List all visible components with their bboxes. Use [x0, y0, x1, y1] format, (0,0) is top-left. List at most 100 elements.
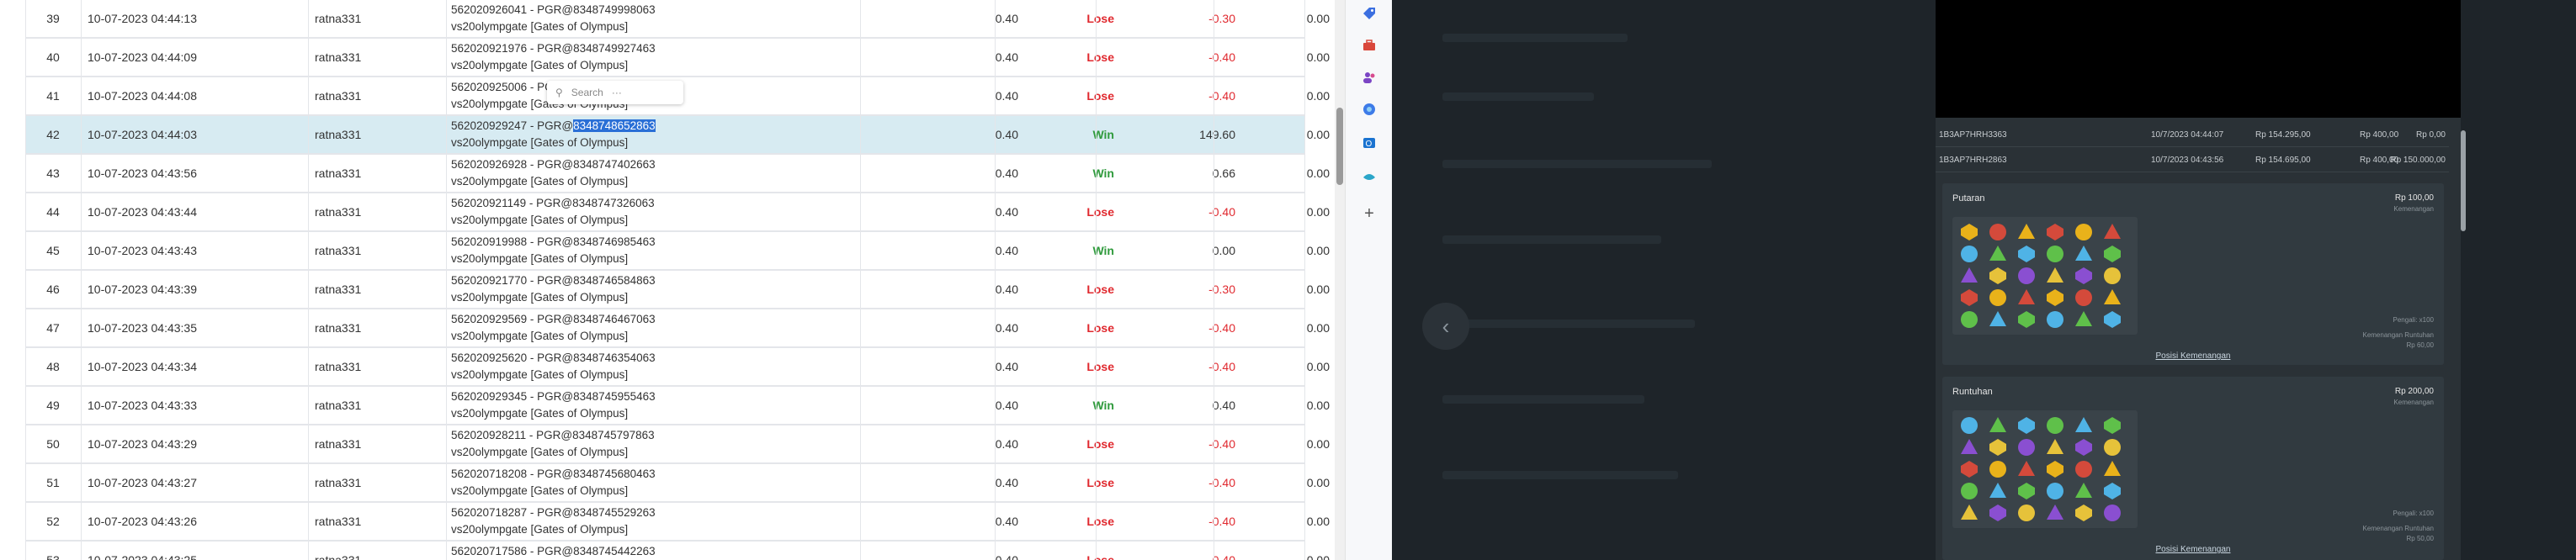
table-row[interactable]: 39 10-07-2023 04:44:13 ratna331 56202092604…	[25, 0, 1330, 39]
history-win: Rp 0,00	[2415, 130, 2446, 140]
row-datetime: 10-07-2023 04:43:25	[88, 553, 197, 560]
row-result: Win	[1092, 166, 1114, 180]
copilot-icon[interactable]	[1359, 99, 1379, 119]
gem-icon	[1961, 246, 1978, 262]
faded-text	[1442, 471, 1678, 479]
row-ref: 562020925620 - PGR@8348746354063	[451, 351, 656, 364]
gem-icon	[2047, 439, 2063, 454]
panel-note: Rp 60,00	[2406, 341, 2434, 349]
table-row[interactable]: 49 10-07-2023 04:43:33 ratna331 56202092934…	[25, 387, 1330, 425]
table-row[interactable]: 45 10-07-2023 04:43:43 ratna331 56202091998…	[25, 232, 1330, 271]
ref-prefix: PGR@	[537, 158, 574, 171]
scrollbar-track[interactable]	[1335, 0, 1345, 560]
row-game: vs20olympgate [Gates of Olympus]	[451, 175, 629, 188]
row-bet: 0.40	[995, 89, 1018, 103]
ref-id: 562020717586	[451, 545, 528, 557]
drop-icon[interactable]	[1359, 166, 1379, 187]
table-row[interactable]: 42 10-07-2023 04:44:03 ratna331 56202092924…	[25, 116, 1330, 155]
browser-sidebar: O +	[1345, 0, 1393, 560]
row-winloss: -0.40	[1208, 321, 1235, 335]
row-game: vs20olympgate [Gates of Olympus]	[451, 484, 629, 497]
row-description: 562020717586 - PGR@8348745442263vs20olym…	[451, 542, 889, 560]
history-row[interactable]: 1B3AP7HRH2863 10/7/2023 04:43:56 Rp 154.69…	[1936, 148, 2449, 172]
gem-icon	[2075, 417, 2092, 432]
row-number: 46	[46, 283, 60, 296]
gem-icon	[2104, 246, 2121, 262]
table-row[interactable]: 48 10-07-2023 04:43:34 ratna331 56202092562…	[25, 348, 1330, 387]
table-row[interactable]: 43 10-07-2023 04:43:56 ratna331 56202092692…	[25, 155, 1330, 193]
row-winloss: 0.00	[1212, 244, 1235, 257]
plus-icon[interactable]: +	[1359, 203, 1379, 224]
ref-code: 8348746354063	[573, 351, 656, 364]
win-positions-link[interactable]: Posisi Kemenangan	[1942, 545, 2444, 554]
row-username: ratna331	[315, 437, 362, 451]
gem-icon	[1961, 289, 1978, 306]
history-row[interactable]: 1B3AP7HRH3363 10/7/2023 04:44:07 Rp 154.29…	[1936, 123, 2449, 147]
gem-icon	[2047, 246, 2063, 262]
row-game: vs20olympgate [Gates of Olympus]	[451, 368, 629, 381]
table-row[interactable]: 47 10-07-2023 04:43:35 ratna331 56202092956…	[25, 309, 1330, 348]
gem-icon	[2047, 267, 2063, 283]
row-number: 53	[46, 553, 60, 560]
table-row[interactable]: 40 10-07-2023 04:44:09 ratna331 56202092197…	[25, 39, 1330, 77]
row-username: ratna331	[315, 205, 362, 219]
gem-icon	[2075, 483, 2092, 498]
row-number: 42	[46, 128, 60, 141]
chevron-left-icon[interactable]: ‹	[1422, 303, 1469, 350]
col-divider	[446, 0, 447, 560]
col-divider	[1096, 0, 1097, 560]
game-history-panel: 1B3AP7HRH3363 10/7/2023 04:44:07 Rp 154.29…	[1936, 0, 2461, 560]
row-ref: 562020717586 - PGR@8348745442263	[451, 545, 656, 557]
more-icon[interactable]: ···	[612, 87, 622, 98]
scrollbar-thumb[interactable]	[1336, 108, 1343, 185]
win-positions-link[interactable]: Posisi Kemenangan	[1942, 351, 2444, 361]
gem-icon	[2104, 505, 2121, 521]
row-datetime: 10-07-2023 04:43:56	[88, 166, 197, 180]
row-datetime: 10-07-2023 04:43:34	[88, 360, 197, 373]
table-row[interactable]: 52 10-07-2023 04:43:26 ratna331 56202071828…	[25, 503, 1330, 542]
popup-search-label[interactable]: Search	[571, 87, 603, 98]
tag-icon[interactable]	[1359, 3, 1379, 24]
row-winloss: -0.40	[1208, 437, 1235, 451]
row-description: 562020928211 - PGR@8348745797863 vs20olym…	[451, 425, 889, 462]
panel-subtitle: Kemenangan	[2393, 205, 2434, 213]
ref-code: 8348745955463	[573, 390, 656, 403]
ref-prefix: PGR@	[537, 235, 574, 248]
table-row[interactable]: 50 10-07-2023 04:43:29 ratna331 56202092821…	[25, 425, 1330, 464]
ref-prefix: PGR@	[537, 3, 574, 16]
row-number: 50	[46, 437, 60, 451]
gem-icon	[2047, 311, 2063, 328]
ref-prefix: PGR@	[536, 429, 573, 441]
ref-prefix: PGR@	[537, 545, 574, 557]
row-bet: 0.40	[995, 12, 1018, 25]
table-row[interactable]: 44 10-07-2023 04:43:44 ratna331 56202092114…	[25, 193, 1330, 232]
ref-prefix: PGR@	[537, 274, 574, 287]
ref-id: 562020929345	[451, 390, 528, 403]
table-row[interactable]: 51 10-07-2023 04:43:27 ratna331 56202071820…	[25, 464, 1330, 503]
row-game: vs20olympgate [Gates of Olympus]	[451, 446, 629, 458]
row-balance: 0.00	[1306, 283, 1330, 296]
gem-icon	[1961, 483, 1978, 499]
outlook-icon[interactable]: O	[1359, 133, 1379, 153]
ref-id: 562020921149	[451, 197, 527, 209]
row-bet: 0.40	[995, 50, 1018, 64]
search-icon[interactable]: ⚲	[555, 87, 563, 98]
row-result: Lose	[1086, 553, 1114, 560]
selection-popup[interactable]: ⚲ Search ···	[547, 81, 683, 104]
row-ref: 562020718208 - PGR@8348745680463	[451, 468, 656, 480]
row-number: 49	[46, 399, 60, 412]
toolbox-icon[interactable]	[1359, 35, 1379, 55]
ref-id: 562020919988	[451, 235, 528, 248]
table-row[interactable]: 53 10-07-2023 04:43:25 ratna331 56202071758…	[25, 542, 1330, 560]
ref-id: 562020928211	[451, 429, 527, 441]
row-ref: 562020919988 - PGR@8348746985463	[451, 235, 656, 248]
people-icon[interactable]	[1359, 67, 1379, 87]
row-username: ratna331	[315, 399, 362, 412]
row-datetime: 10-07-2023 04:43:33	[88, 399, 197, 412]
table-row[interactable]: 46 10-07-2023 04:43:39 ratna331 56202092177…	[25, 271, 1330, 309]
panel-title: Putaran	[1952, 193, 1985, 203]
gem-icon	[2104, 224, 2121, 239]
col-divider	[25, 0, 26, 560]
row-description: 562020921770 - PGR@8348746584863 vs20olym…	[451, 271, 889, 308]
ref-prefix: PGR@	[537, 506, 574, 519]
